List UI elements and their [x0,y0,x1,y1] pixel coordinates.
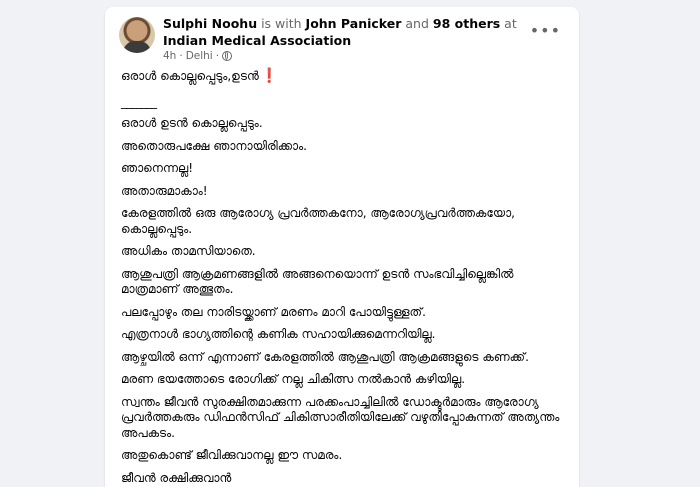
others-link[interactable]: 98 others [433,16,500,31]
author-avatar[interactable] [119,17,155,53]
meta-separator: · [179,50,183,62]
post-paragraph: എത്രനാൾ ഭാഗ്യത്തിന്റെ കണിക സഹായിക്കുമെന്… [121,327,436,341]
author-name-link[interactable]: Sulphi Noohu [163,16,257,31]
post-title-line: ഒരാൾ കൊല്ലപ്പെടും,ഉടൻ ❗ [121,68,569,85]
post-paragraph: അതൊരുപക്ഷേ ഞാനായിരിക്കാം. [121,138,307,153]
post-paragraph: ആശുപത്രി ആക്രമണങ്ങളിൽ അങ്ങനെയൊന്ന് ഉടൻ സ… [121,266,514,297]
text-divider: _______ [121,94,157,109]
post-time[interactable]: 4h [163,49,176,63]
post-title: ഒരാൾ കൊല്ലപ്പെടും,ഉടൻ [121,69,259,83]
post-meta: 4h · Delhi · [163,49,233,63]
post-paragraph: പലപ്പോഴും തല നാരിടയ്ക്കാണ് മരണം മാറി പോയ… [121,304,426,319]
location-link[interactable]: Indian Medical Association [163,33,351,48]
more-options-button[interactable]: ••• [530,21,561,40]
post-paragraph: ആഴ്ചയിൽ ഒന്ന് എന്നാണ് കേരളത്തിൽ ആശുപത്രി… [121,349,529,364]
post-place: Delhi [185,50,213,62]
with-text: is with [257,16,306,31]
post-paragraph: ഞാനെന്നല്ല! [121,161,194,175]
avatar-shoulders [123,41,151,53]
tagged-person-link[interactable]: John Panicker [306,16,402,31]
audience-separator: · [215,50,220,62]
globe-icon[interactable] [222,51,233,61]
post-paragraph: മരണ ഭയത്തോടെ രോഗിക്ക് നല്ല ചികിത്സ നൽകാൻ… [121,372,466,386]
post-paragraph: അധികം താമസിയാതെ. [121,244,256,258]
post-body: ഒരാൾ കൊല്ലപ്പെടും,ഉടൻ ❗ _______ ഒരാൾ ഉടൻ… [121,68,569,487]
post-paragraph: സ്വന്തം ജീവൻ സുരക്ഷിതമാക്കുന്ന പരക്കംപാച… [121,394,560,440]
exclamation-icon: ❗ [260,68,279,84]
post-paragraph: അതുകൊണ്ട് ജീവിക്കുവാനല്ല ഈ സമരം. [121,448,343,462]
post-paragraph: അതാരുമാകാം! [121,183,208,198]
at-text: at [500,16,517,31]
post-paragraph: ഒരാൾ ഉടൻ കൊല്ലപ്പെടും. [121,116,263,130]
post-paragraph: കേരളത്തിൽ ഒരു ആരോഗ്യ പ്രവർത്തകനോ, ആരോഗ്യ… [121,206,515,236]
post-header: Sulphi Noohu is with John Panicker and 9… [163,15,523,49]
post-card: Sulphi Noohu is with John Panicker and 9… [105,7,579,487]
and-text: and [401,16,433,31]
post-paragraph: ജീവൻ രക്ഷിക്കുവാൻ [121,470,232,485]
